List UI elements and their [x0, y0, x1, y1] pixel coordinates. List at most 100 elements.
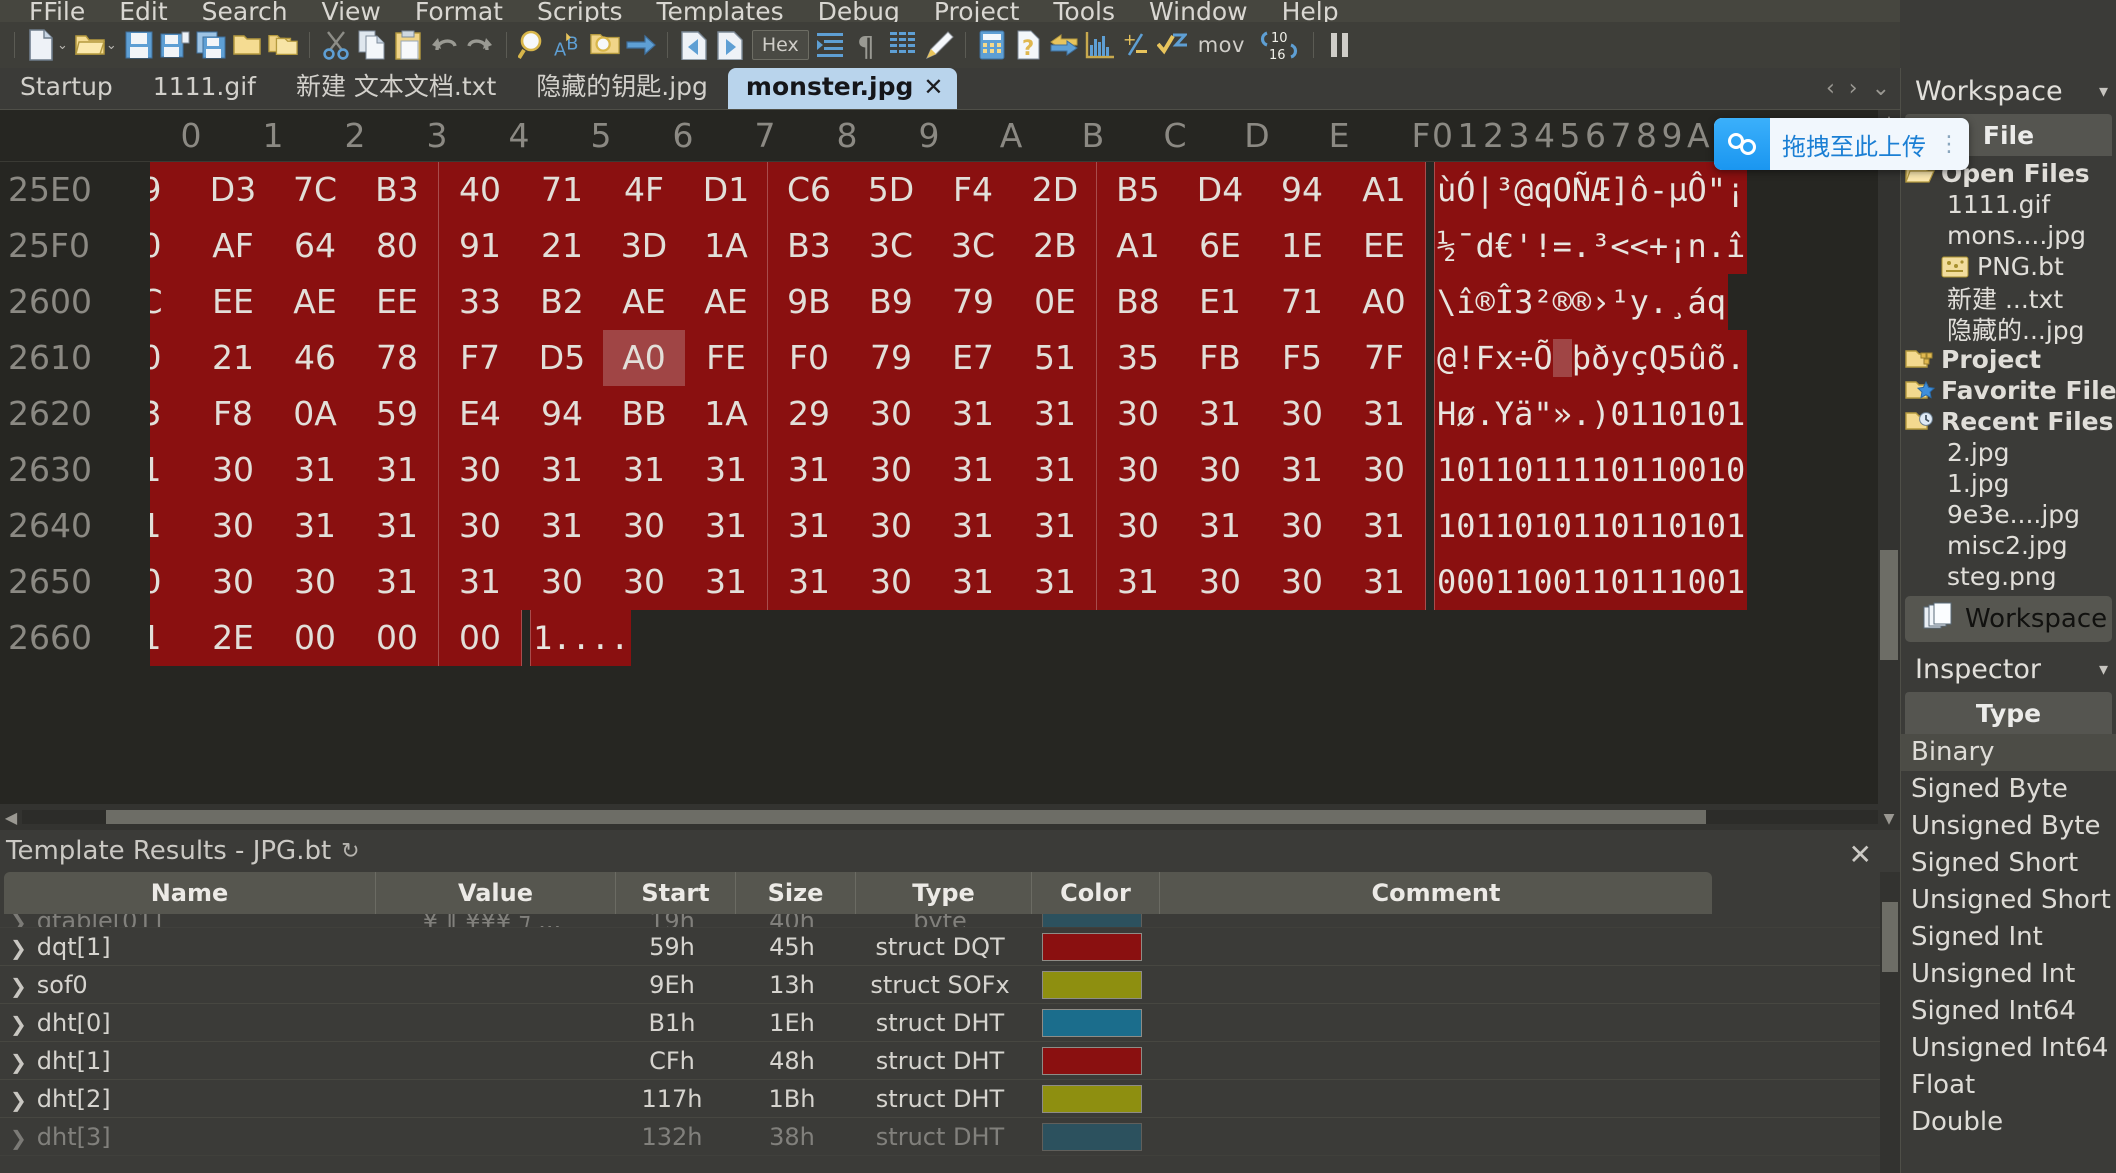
cell-type[interactable]: byte — [852, 914, 1028, 927]
hex-byte-group[interactable]: 1303131303130313130313130313031 — [150, 498, 1426, 554]
inspector-type-item[interactable]: Binary — [1901, 734, 2116, 771]
hex-byte[interactable]: 1A — [685, 386, 767, 442]
hex-byte[interactable]: 79 — [932, 274, 1014, 330]
hex-row[interactable]: 2600CEEAEEE33B2AEAE9BB9790EB8E171A0\î®Î3… — [0, 274, 1900, 330]
base-convert-icon[interactable]: 1016 — [1256, 28, 1302, 62]
hex-byte[interactable]: 31 — [932, 554, 1014, 610]
color-swatch[interactable] — [1042, 933, 1142, 961]
hex-byte[interactable]: 94 — [1261, 162, 1343, 218]
hex-byte-quad[interactable]: 29303131 — [768, 386, 1097, 442]
cell-size[interactable]: 13h — [732, 966, 852, 1003]
hex-byte[interactable]: 30 — [192, 442, 274, 498]
hex-byte-quad[interactable]: 9BB9790E — [768, 274, 1097, 330]
hex-byte[interactable]: 21 — [192, 330, 274, 386]
highlight-icon[interactable] — [924, 28, 954, 62]
workspace-tree-item[interactable]: 9e3e....jpg — [1905, 499, 2116, 530]
hex-byte-quad[interactable]: 0214678 — [110, 330, 439, 386]
hex-byte-quad[interactable]: C65DF42D — [768, 162, 1097, 218]
hex-byte[interactable]: 51 — [1014, 330, 1096, 386]
column-header-comment[interactable]: Comment — [1160, 872, 1712, 914]
cell-start[interactable]: B1h — [612, 1004, 732, 1041]
hex-byte[interactable]: 00 — [439, 610, 521, 666]
cell-size[interactable]: 48h — [732, 1042, 852, 1079]
hex-byte[interactable]: 30 — [603, 554, 685, 610]
upload-pill-menu-icon[interactable]: ⋮ — [1938, 132, 1969, 157]
hex-byte[interactable]: F5 — [1261, 330, 1343, 386]
hex-byte[interactable]: B3 — [356, 162, 438, 218]
hex-byte[interactable]: 30 — [850, 442, 932, 498]
hex-byte[interactable]: 0E — [1014, 274, 1096, 330]
hex-byte[interactable]: 31 — [1014, 386, 1096, 442]
hex-byte[interactable]: 5D — [850, 162, 932, 218]
tab-startup[interactable]: Startup — [0, 69, 133, 109]
tab-1111-gif[interactable]: 1111.gif — [133, 69, 276, 109]
hex-byte[interactable]: 30 — [1097, 386, 1179, 442]
workspace-tree-item[interactable]: Recent Files — [1905, 406, 2116, 437]
hex-byte[interactable]: E4 — [439, 386, 521, 442]
hex-byte[interactable]: 30 — [439, 498, 521, 554]
column-header-value[interactable]: Value — [376, 872, 616, 914]
hex-byte[interactable]: 2E — [192, 610, 274, 666]
menu-item-debug[interactable]: Debug — [801, 2, 917, 22]
hex-byte[interactable]: 31 — [1261, 442, 1343, 498]
workspace-tree-item[interactable]: mons....jpg — [1905, 220, 2116, 251]
hex-byte-quad[interactable]: 0AF6480 — [110, 218, 439, 274]
copy-dir-icon[interactable] — [268, 28, 298, 62]
hex-byte[interactable]: 30 — [603, 498, 685, 554]
hex-vertical-scrollbar[interactable]: ▲ ▼ — [1878, 110, 1900, 830]
hex-byte-quad[interactable]: 30303130 — [1097, 442, 1426, 498]
hex-byte[interactable]: 31 — [521, 498, 603, 554]
hex-byte[interactable]: 33 — [439, 274, 521, 330]
inspector-type-list[interactable]: BinarySigned ByteUnsigned ByteSigned Sho… — [1901, 734, 2116, 1141]
hex-byte[interactable]: 31 — [1014, 498, 1096, 554]
hex-byte[interactable]: C6 — [768, 162, 850, 218]
hex-byte-quad[interactable]: 00 — [439, 610, 522, 666]
hex-byte[interactable]: 30 — [850, 498, 932, 554]
hex-byte[interactable]: 31 — [439, 554, 521, 610]
cell-type[interactable]: struct DHT — [852, 1118, 1028, 1155]
hex-byte-group[interactable]: 0214678F7D5A0FEF079E75135FBF57F — [150, 330, 1426, 386]
hex-byte[interactable]: 30 — [850, 386, 932, 442]
cell-type[interactable]: struct DHT — [852, 1004, 1028, 1041]
hex-byte[interactable]: EE — [1343, 218, 1425, 274]
ascii-cell[interactable]: 1011010110110101 — [1434, 498, 1747, 554]
hex-byte[interactable]: 91 — [439, 218, 521, 274]
hex-row[interactable]: 25E09D37CB340714FD1C65DF42DB5D494A1ùÓ|³@… — [0, 162, 1900, 218]
find-icon[interactable] — [518, 28, 548, 62]
inspector-panel-header[interactable]: Inspector ▾ — [1901, 646, 2116, 692]
hex-byte[interactable]: 2B — [1014, 218, 1096, 274]
hex-byte[interactable]: 64 — [274, 218, 356, 274]
hex-byte[interactable]: 3C — [932, 218, 1014, 274]
hex-byte[interactable]: 30 — [1179, 554, 1261, 610]
hex-byte[interactable]: B5 — [1097, 162, 1179, 218]
hscroll-thumb[interactable] — [106, 810, 1706, 824]
hex-byte-quad[interactable]: F079E751 — [768, 330, 1097, 386]
color-swatch[interactable] — [1042, 1085, 1142, 1113]
hex-byte[interactable]: 29 — [768, 386, 850, 442]
expand-chevron-icon[interactable]: ❯ — [10, 974, 27, 998]
cell-name[interactable]: ❯dqt[1] — [0, 928, 372, 965]
hex-byte[interactable]: 30 — [1261, 554, 1343, 610]
hex-byte[interactable]: 31 — [1343, 386, 1425, 442]
cell-start[interactable]: 9Eh — [612, 966, 732, 1003]
hex-byte[interactable]: 31 — [768, 554, 850, 610]
cell-name[interactable]: ❯qtable[01] — [0, 914, 372, 927]
hex-byte-quad[interactable]: 31303131 — [768, 498, 1097, 554]
ascii-cell[interactable]: 1011011110110010 — [1434, 442, 1747, 498]
hex-byte-group[interactable]: 1303131303131313130313130303130 — [150, 442, 1426, 498]
hex-byte[interactable]: D1 — [685, 162, 767, 218]
hex-byte[interactable]: 30 — [192, 554, 274, 610]
hex-editor-view[interactable]: 0 1 2 3 4 5 6 7 8 9 A B C D E F 01234567… — [0, 110, 1900, 830]
hex-byte[interactable]: A1 — [1097, 218, 1179, 274]
cell-color[interactable] — [1028, 1080, 1156, 1117]
menu-item-window[interactable]: Window — [1132, 2, 1265, 22]
open-dir-icon[interactable] — [232, 28, 262, 62]
import-icon[interactable] — [679, 28, 709, 62]
column-header-size[interactable]: Size — [736, 872, 856, 914]
cell-size[interactable]: 38h — [732, 1118, 852, 1155]
inspector-type-item[interactable]: Signed Int64 — [1901, 993, 2116, 1030]
histogram-icon[interactable] — [1085, 28, 1115, 62]
cell-type[interactable]: struct SOFx — [852, 966, 1028, 1003]
hex-byte[interactable]: A0 — [603, 330, 685, 386]
menu-item-scripts[interactable]: Scripts — [520, 2, 640, 22]
